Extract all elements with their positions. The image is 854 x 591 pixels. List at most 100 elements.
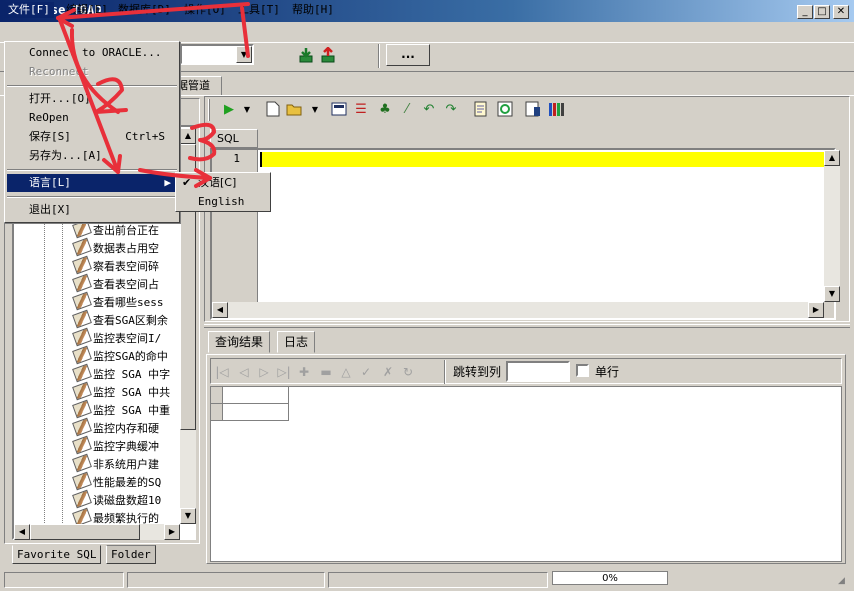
scroll-up-icon[interactable]: ▲ xyxy=(824,150,840,166)
menu-edit[interactable]: 编辑[E] xyxy=(62,2,112,18)
menu-bar xyxy=(0,22,854,42)
minimize-button[interactable]: _ xyxy=(797,5,813,19)
first-record-icon: |◁ xyxy=(215,365,229,379)
tree-item[interactable]: 监控SGA的命中 xyxy=(72,345,168,366)
tree-item[interactable]: 查看SGA区剩余 xyxy=(72,309,168,330)
current-line-highlight xyxy=(260,152,824,167)
undo-icon[interactable]: ↶ xyxy=(420,101,438,119)
menu-item-label: ReOpen xyxy=(29,111,69,124)
grid-line xyxy=(288,387,289,421)
refresh-icon[interactable] xyxy=(496,101,514,119)
tab-folder[interactable]: Folder xyxy=(106,545,156,564)
submenu-item-chinese[interactable]: ✔ 汉语[C] xyxy=(178,174,268,192)
menu-item-reopen[interactable]: ReOpen xyxy=(7,109,177,127)
close-button[interactable]: ✕ xyxy=(833,5,849,19)
tree-item-label: 查看表空间占 xyxy=(93,278,159,291)
tab-query-results[interactable]: 查询结果 xyxy=(208,331,271,353)
menu-file[interactable]: 文件[F] xyxy=(4,2,54,18)
menu-database[interactable]: 数据库[D] xyxy=(114,2,175,18)
wand-icon[interactable]: ⁄ xyxy=(398,101,416,119)
sql-file-icon xyxy=(72,273,92,293)
tree-item-label: 监控内存和硬 xyxy=(93,422,159,435)
grid-line xyxy=(211,403,288,404)
sql-file-icon xyxy=(72,327,92,347)
scroll-down-icon[interactable]: ▼ xyxy=(824,286,840,302)
menu-separator xyxy=(7,169,177,171)
tree-item[interactable]: 监控 SGA 中字 xyxy=(72,363,170,384)
tab-log[interactable]: 日志 xyxy=(277,331,316,353)
text-caret xyxy=(260,152,262,167)
menu-item-reconnect: Reconnect xyxy=(7,63,177,81)
menu-item-label: 语言[L] xyxy=(29,176,71,189)
chevron-down-icon[interactable]: ▼ xyxy=(306,101,324,119)
menu-item-label: Reconnect xyxy=(29,65,89,78)
panel-splitter[interactable] xyxy=(204,324,850,328)
download-icon[interactable] xyxy=(298,47,314,63)
scroll-left-icon[interactable]: ◀ xyxy=(14,524,30,540)
menu-operate[interactable]: 操作[O] xyxy=(180,2,230,18)
sql-file-icon xyxy=(72,453,92,473)
tree-item[interactable]: 监控 SGA 中共 xyxy=(72,381,170,402)
menu-item-exit[interactable]: 退出[X] xyxy=(7,201,177,219)
editor-horizontal-scrollbar[interactable]: ◀ ▶ xyxy=(212,302,824,318)
run-icon[interactable]: ▶ xyxy=(220,101,238,119)
sql-file-icon xyxy=(72,345,92,365)
scroll-down-icon[interactable]: ▼ xyxy=(180,508,196,524)
menu-help[interactable]: 帮助[H] xyxy=(288,2,338,18)
scroll-up-icon[interactable]: ▲ xyxy=(180,128,196,144)
menu-tools[interactable]: 工具[T] xyxy=(234,2,284,18)
format-icon[interactable]: ☰ xyxy=(352,101,370,119)
books-icon[interactable] xyxy=(548,101,566,119)
grid-line xyxy=(211,420,288,421)
sql-editor[interactable] xyxy=(258,150,824,302)
last-record-icon: ▷| xyxy=(277,365,291,379)
report-icon[interactable] xyxy=(524,101,542,119)
sql-file-icon xyxy=(72,237,92,257)
prior-record-icon: ◁ xyxy=(239,365,249,379)
tree-item-label: 数据表占用空 xyxy=(93,242,159,255)
upload-icon[interactable] xyxy=(320,46,336,63)
sql-file-icon xyxy=(72,489,92,509)
chevron-right-icon: ▶ xyxy=(164,176,171,189)
menu-item-connect-oracle[interactable]: Connect to ORACLE... xyxy=(7,44,177,62)
results-grid[interactable] xyxy=(210,386,842,562)
tab-sql[interactable]: SQL xyxy=(210,129,258,148)
scroll-thumb[interactable] xyxy=(30,524,140,540)
tree-item[interactable]: 监控 SGA 中重 xyxy=(72,399,170,420)
goto-column-label: 跳转到列 xyxy=(453,365,502,379)
redo-icon[interactable]: ↷ xyxy=(442,101,460,119)
menu-item-save[interactable]: 保存[S] Ctrl+S xyxy=(7,128,177,146)
chevron-down-icon[interactable]: ▼ xyxy=(236,46,252,63)
menu-item-save-as[interactable]: 另存为...[A] xyxy=(7,147,177,165)
menu-item-label: 另存为...[A] xyxy=(29,149,102,162)
tree-item[interactable]: 查看哪些sess xyxy=(72,291,164,312)
single-row-checkbox[interactable] xyxy=(576,364,589,377)
scroll-right-icon[interactable]: ▶ xyxy=(808,302,824,318)
goto-column-input[interactable] xyxy=(506,361,570,382)
scroll-left-icon[interactable]: ◀ xyxy=(212,302,228,318)
new-file-icon[interactable] xyxy=(264,101,282,119)
submenu-item-english[interactable]: English xyxy=(178,193,268,211)
connection-combo[interactable]: ▼ xyxy=(180,44,254,65)
size-grip-icon[interactable]: ◢ xyxy=(838,576,845,586)
editor-vertical-scrollbar[interactable]: ▲ ▼ xyxy=(824,150,840,302)
chevron-down-icon[interactable]: ▼ xyxy=(238,101,256,119)
ellipsis-button[interactable]: ... xyxy=(386,44,430,66)
scroll-right-icon[interactable]: ▶ xyxy=(164,524,180,540)
menu-item-language[interactable]: 语言[L] ▶ xyxy=(7,174,177,192)
language-submenu: ✔ 汉语[C] English xyxy=(175,172,271,212)
tree-icon[interactable]: ♣ xyxy=(376,101,394,119)
menu-item-open[interactable]: 打开...[O] xyxy=(7,90,177,108)
open-folder-icon[interactable] xyxy=(286,101,304,119)
submenu-item-label: 汉语[C] xyxy=(198,176,237,189)
submenu-item-label: English xyxy=(198,195,245,208)
menu-separator xyxy=(7,85,177,87)
tab-favorite-sql[interactable]: Favorite SQL xyxy=(12,545,102,564)
sql-file-icon xyxy=(72,399,92,419)
table-view-icon[interactable] xyxy=(330,101,348,119)
menu-item-label: 打开...[O] xyxy=(29,92,91,105)
next-record-icon: ▷ xyxy=(259,365,269,379)
maximize-button[interactable]: □ xyxy=(814,5,830,19)
edit-icon[interactable] xyxy=(472,101,490,119)
tree-horizontal-scrollbar[interactable]: ◀ ▶ xyxy=(14,524,180,540)
